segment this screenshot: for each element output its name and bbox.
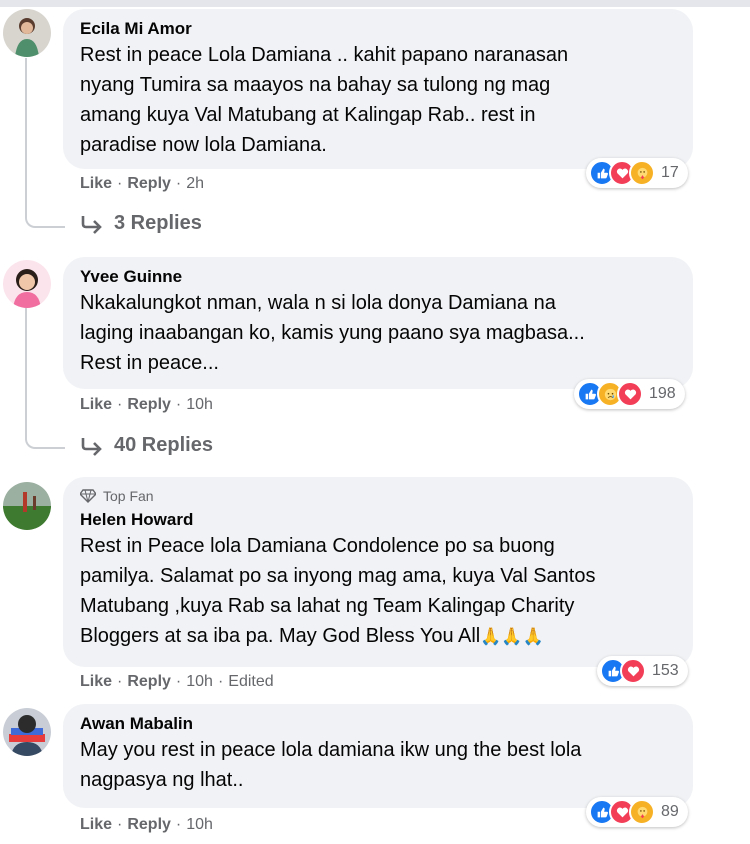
reaction-count: 198 [649,385,676,402]
comment-text: Nkakalungkot nman, wala n si lola donya … [80,292,585,374]
comment-author[interactable]: Ecila Mi Amor [80,18,675,40]
comment-actions: Like · Reply · 10h [80,816,213,834]
reaction-count: 17 [661,164,679,181]
reactions-summary[interactable]: 89 [586,797,688,827]
reactions-summary[interactable]: 153 [597,656,688,686]
separator: · [175,673,182,690]
care-reaction-icon [629,160,655,186]
top-fan-label: Top Fan [103,488,154,504]
comment-bubble: Ecila Mi Amor Rest in peace Lola Damiana… [63,9,693,169]
comment-time[interactable]: 2h [186,175,204,193]
praying-hands-emoji: 🙏🙏🙏 [480,627,544,646]
comment-time[interactable]: 10h [186,673,213,691]
comment-text: Rest in Peace lola Damiana Condolence po… [80,531,675,652]
replies-count-label[interactable]: 3 Replies [114,212,202,235]
like-link[interactable]: Like [80,175,112,193]
view-replies-link[interactable]: 3 Replies [80,212,202,235]
top-divider [0,0,750,7]
replies-count-label[interactable]: 40 Replies [114,434,213,457]
separator: · [217,673,224,690]
avatar[interactable] [3,260,51,308]
comment-bubble: Awan Mabalin May you rest in peace lola … [63,704,693,808]
separator: · [117,175,123,192]
reply-arrow-icon [81,437,102,456]
like-link[interactable]: Like [80,396,112,414]
view-replies-link[interactable]: 40 Replies [80,434,213,457]
care-reaction-icon [629,799,655,825]
comment-author[interactable]: Yvee Guinne [80,266,675,288]
comment-bubble: Top Fan Helen Howard Rest in Peace lola … [63,477,693,667]
separator: · [175,816,182,833]
avatar[interactable] [3,708,51,756]
diamond-icon [80,489,96,503]
reactions-summary[interactable]: 17 [586,158,688,188]
like-link[interactable]: Like [80,673,112,691]
comment-actions: Like · Reply · 10h [80,396,213,414]
reaction-count: 89 [661,803,679,820]
reactions-summary[interactable]: 198 [574,379,685,409]
love-reaction-icon [617,381,643,407]
reply-link[interactable]: Reply [127,175,171,193]
reply-arrow-icon [81,215,102,234]
reply-link[interactable]: Reply [127,673,171,691]
comment-time[interactable]: 10h [186,816,213,834]
comment-actions: Like · Reply · 2h [80,175,204,193]
avatar[interactable] [3,9,51,57]
reaction-count: 153 [652,662,679,679]
separator: · [175,396,182,413]
comment-text: Rest in peace Lola Damiana .. kahit papa… [80,44,569,156]
comment-author[interactable]: Awan Mabalin [80,713,675,735]
edited-label[interactable]: Edited [228,673,273,691]
separator: · [117,673,123,690]
reply-link[interactable]: Reply [127,816,171,834]
comment-actions: Like · Reply · 10h · Edited [80,673,274,691]
separator: · [117,816,123,833]
separator: · [117,396,123,413]
avatar[interactable] [3,482,51,530]
comment-time[interactable]: 10h [186,396,213,414]
reply-link[interactable]: Reply [127,396,171,414]
thread-line [25,58,65,228]
comment-author[interactable]: Helen Howard [80,509,675,531]
comment-text: May you rest in peace lola damiana ikw u… [80,739,582,791]
love-reaction-icon [620,658,646,684]
separator: · [175,175,182,192]
comment-bubble: Yvee Guinne Nkakalungkot nman, wala n si… [63,257,693,389]
top-fan-badge: Top Fan [80,488,675,504]
like-link[interactable]: Like [80,816,112,834]
thread-line [25,308,65,449]
